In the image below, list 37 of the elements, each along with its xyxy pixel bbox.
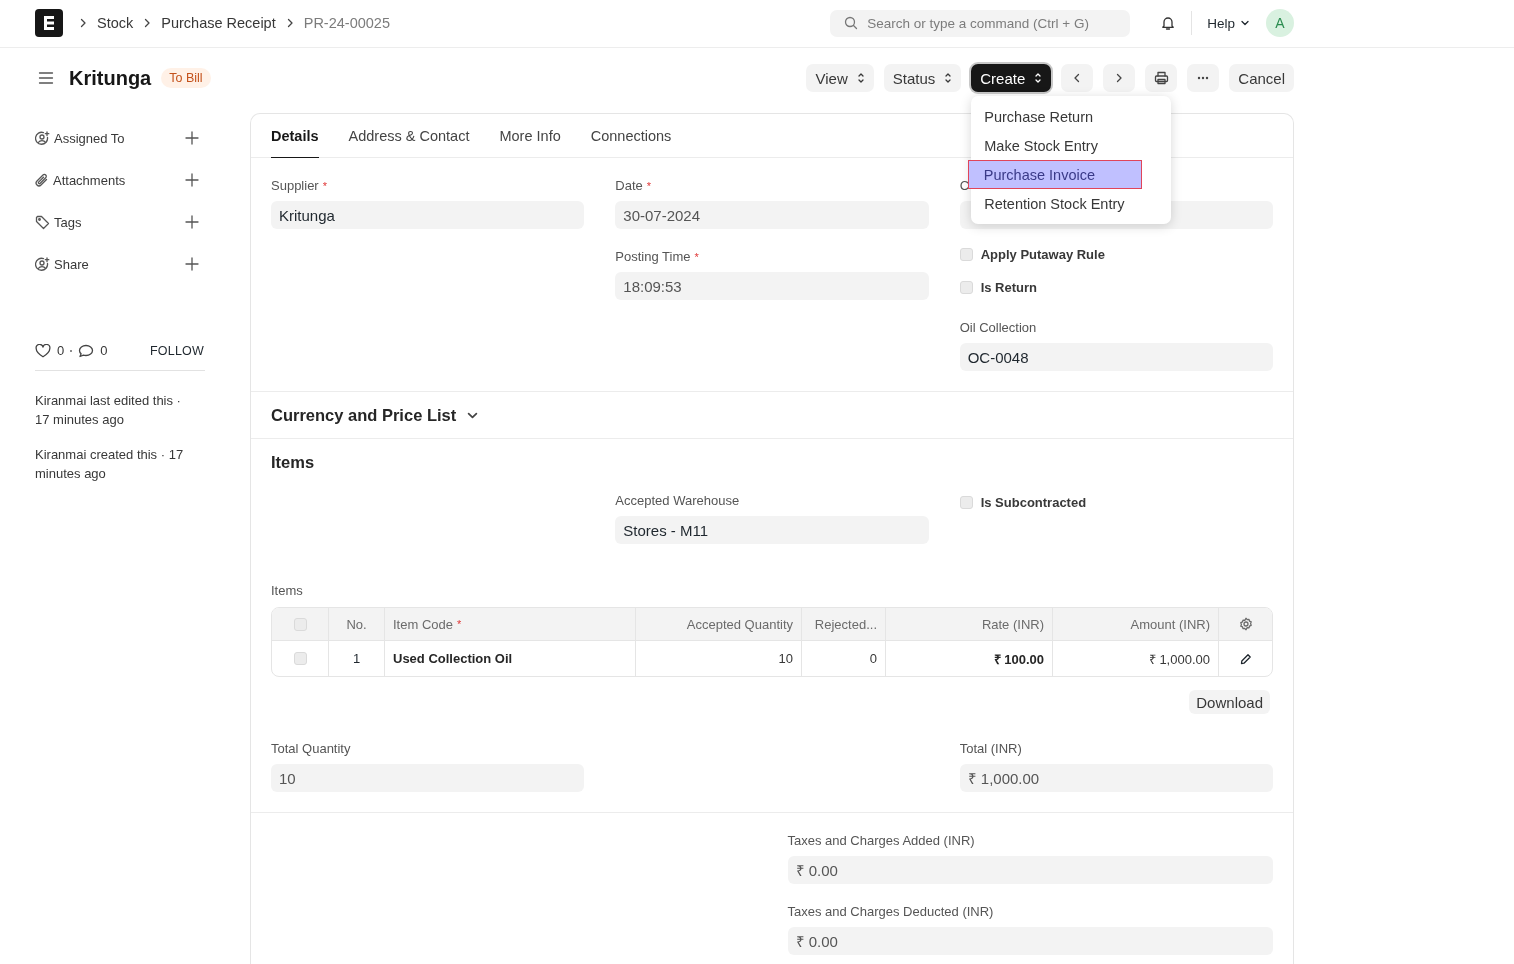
column-header: Rate (INR) <box>981 616 1044 632</box>
activity-text: Kiranmai created this · 17 minutes ago <box>35 446 185 483</box>
field-label: C <box>959 178 970 193</box>
required-mark: * <box>694 251 699 263</box>
field-label: Accepted Warehouse <box>615 493 740 508</box>
field-label: Oil Collection <box>959 320 1037 335</box>
column-header: No. <box>346 616 367 632</box>
comment-count: 0 <box>100 343 108 358</box>
table-cell: Used Collection Oil <box>393 651 513 666</box>
field-label: Supplier <box>271 178 319 193</box>
status-badge: To Bill <box>161 68 211 88</box>
checkbox-label: Is Return <box>980 279 1037 295</box>
table-cell: 1 <box>352 651 361 666</box>
checkbox-label: Is Subcontracted <box>980 494 1087 510</box>
column-header: Item Code <box>393 616 453 632</box>
table-cell: 0 <box>869 651 877 666</box>
activity-text: Kiranmai last edited this · 17 minutes ago <box>35 392 182 429</box>
required-mark: * <box>457 618 462 630</box>
column-header: Amount (INR) <box>1130 616 1210 632</box>
required-mark: * <box>646 180 652 192</box>
like-count: 0 <box>57 343 65 358</box>
field-label: Posting Time <box>615 249 691 264</box>
document-title: Kritunga <box>69 66 152 90</box>
table-cell: 10 <box>778 651 793 666</box>
table-label: Items <box>271 583 304 598</box>
field-label: Taxes and Charges Added (INR) <box>787 833 975 848</box>
column-header: Rejected... <box>814 616 877 632</box>
table-cell-text: ₹ 100.00 <box>993 650 1044 668</box>
table-cell-text: ₹ 1,000.00 <box>1148 650 1210 668</box>
field-label: Total (INR) <box>959 741 1022 756</box>
required-mark: * <box>322 180 327 192</box>
checkbox-label: Apply Putaway Rule <box>980 246 1105 262</box>
column-header: Accepted Quantity <box>686 616 793 632</box>
field-label: Taxes and Charges Deducted (INR) <box>787 904 994 919</box>
field-label: Date <box>615 178 643 193</box>
field-label: Total Quantity <box>271 741 351 756</box>
section-title: Items <box>271 452 315 472</box>
